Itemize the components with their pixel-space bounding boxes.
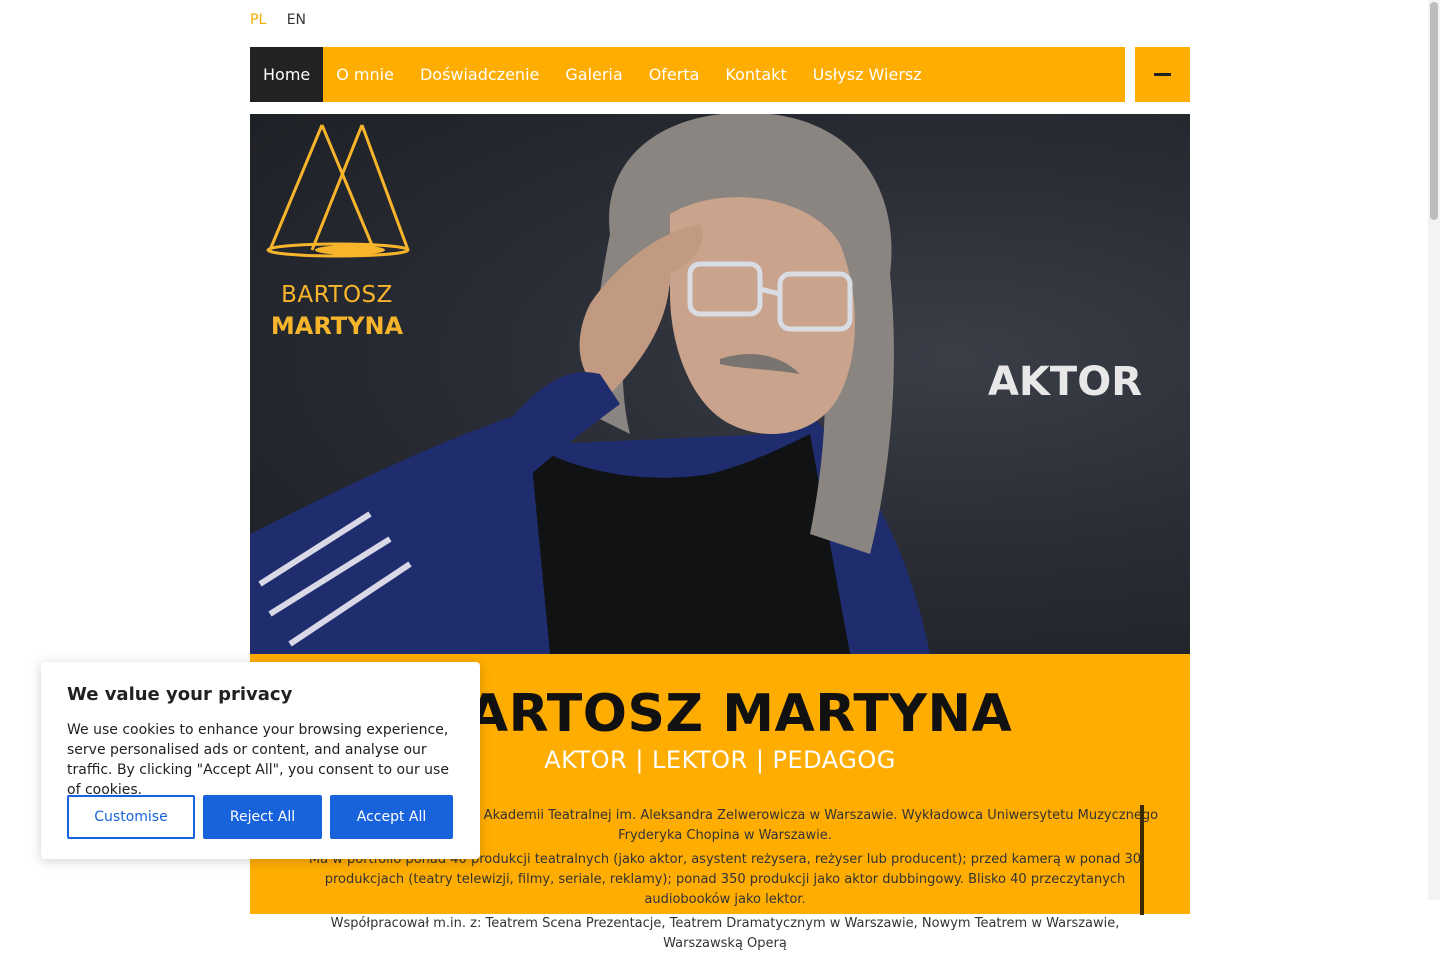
hero-title: AKTOR	[987, 359, 1143, 405]
main-nav: Home O mnie Doświadczenie Galeria Oferta…	[250, 47, 1125, 102]
bio-paragraph: Ma w portfolio ponad 40 produkcji teatra…	[308, 852, 1142, 907]
nav-item-galeria[interactable]: Galeria	[552, 47, 635, 102]
cookie-title: We value your privacy	[67, 684, 293, 705]
bio-paragraph: Współpracował m.in. z: Teatrem Scena Pre…	[330, 916, 1120, 951]
nav-item-oferta[interactable]: Oferta	[636, 47, 713, 102]
hero-banner: BARTOSZ MARTYNA AKTOR	[250, 114, 1190, 654]
nav-item-uslysz-wiersz[interactable]: Usłysz Wiersz	[800, 47, 935, 102]
lang-en-link[interactable]: EN	[287, 12, 306, 28]
page-scrollbar[interactable]	[1428, 0, 1440, 900]
minus-icon	[1154, 73, 1171, 76]
logo-text-first: BARTOSZ	[281, 282, 393, 308]
accept-all-button[interactable]: Accept All	[330, 795, 453, 839]
nav-item-doswiadczenie[interactable]: Doświadczenie	[407, 47, 552, 102]
menu-toggle-button[interactable]	[1135, 47, 1190, 102]
lang-pl-link[interactable]: PL	[250, 12, 266, 28]
site-logo[interactable]: BARTOSZ MARTYNA	[262, 120, 412, 340]
cookie-consent-banner: We value your privacy We use cookies to …	[41, 662, 480, 859]
reject-all-button[interactable]: Reject All	[203, 795, 322, 839]
logo-triangles-icon	[266, 124, 410, 258]
nav-item-o-mnie[interactable]: O mnie	[323, 47, 407, 102]
decorative-bar	[1140, 805, 1144, 915]
language-switcher: PL EN	[250, 12, 322, 28]
cookie-text: We use cookies to enhance your browsing …	[67, 722, 449, 798]
nav-item-home[interactable]: Home	[250, 47, 324, 102]
nav-item-kontakt[interactable]: Kontakt	[712, 47, 799, 102]
customise-button[interactable]: Customise	[67, 795, 195, 839]
scrollbar-thumb[interactable]	[1430, 2, 1438, 220]
logo-text-last: MARTYNA	[270, 312, 404, 340]
